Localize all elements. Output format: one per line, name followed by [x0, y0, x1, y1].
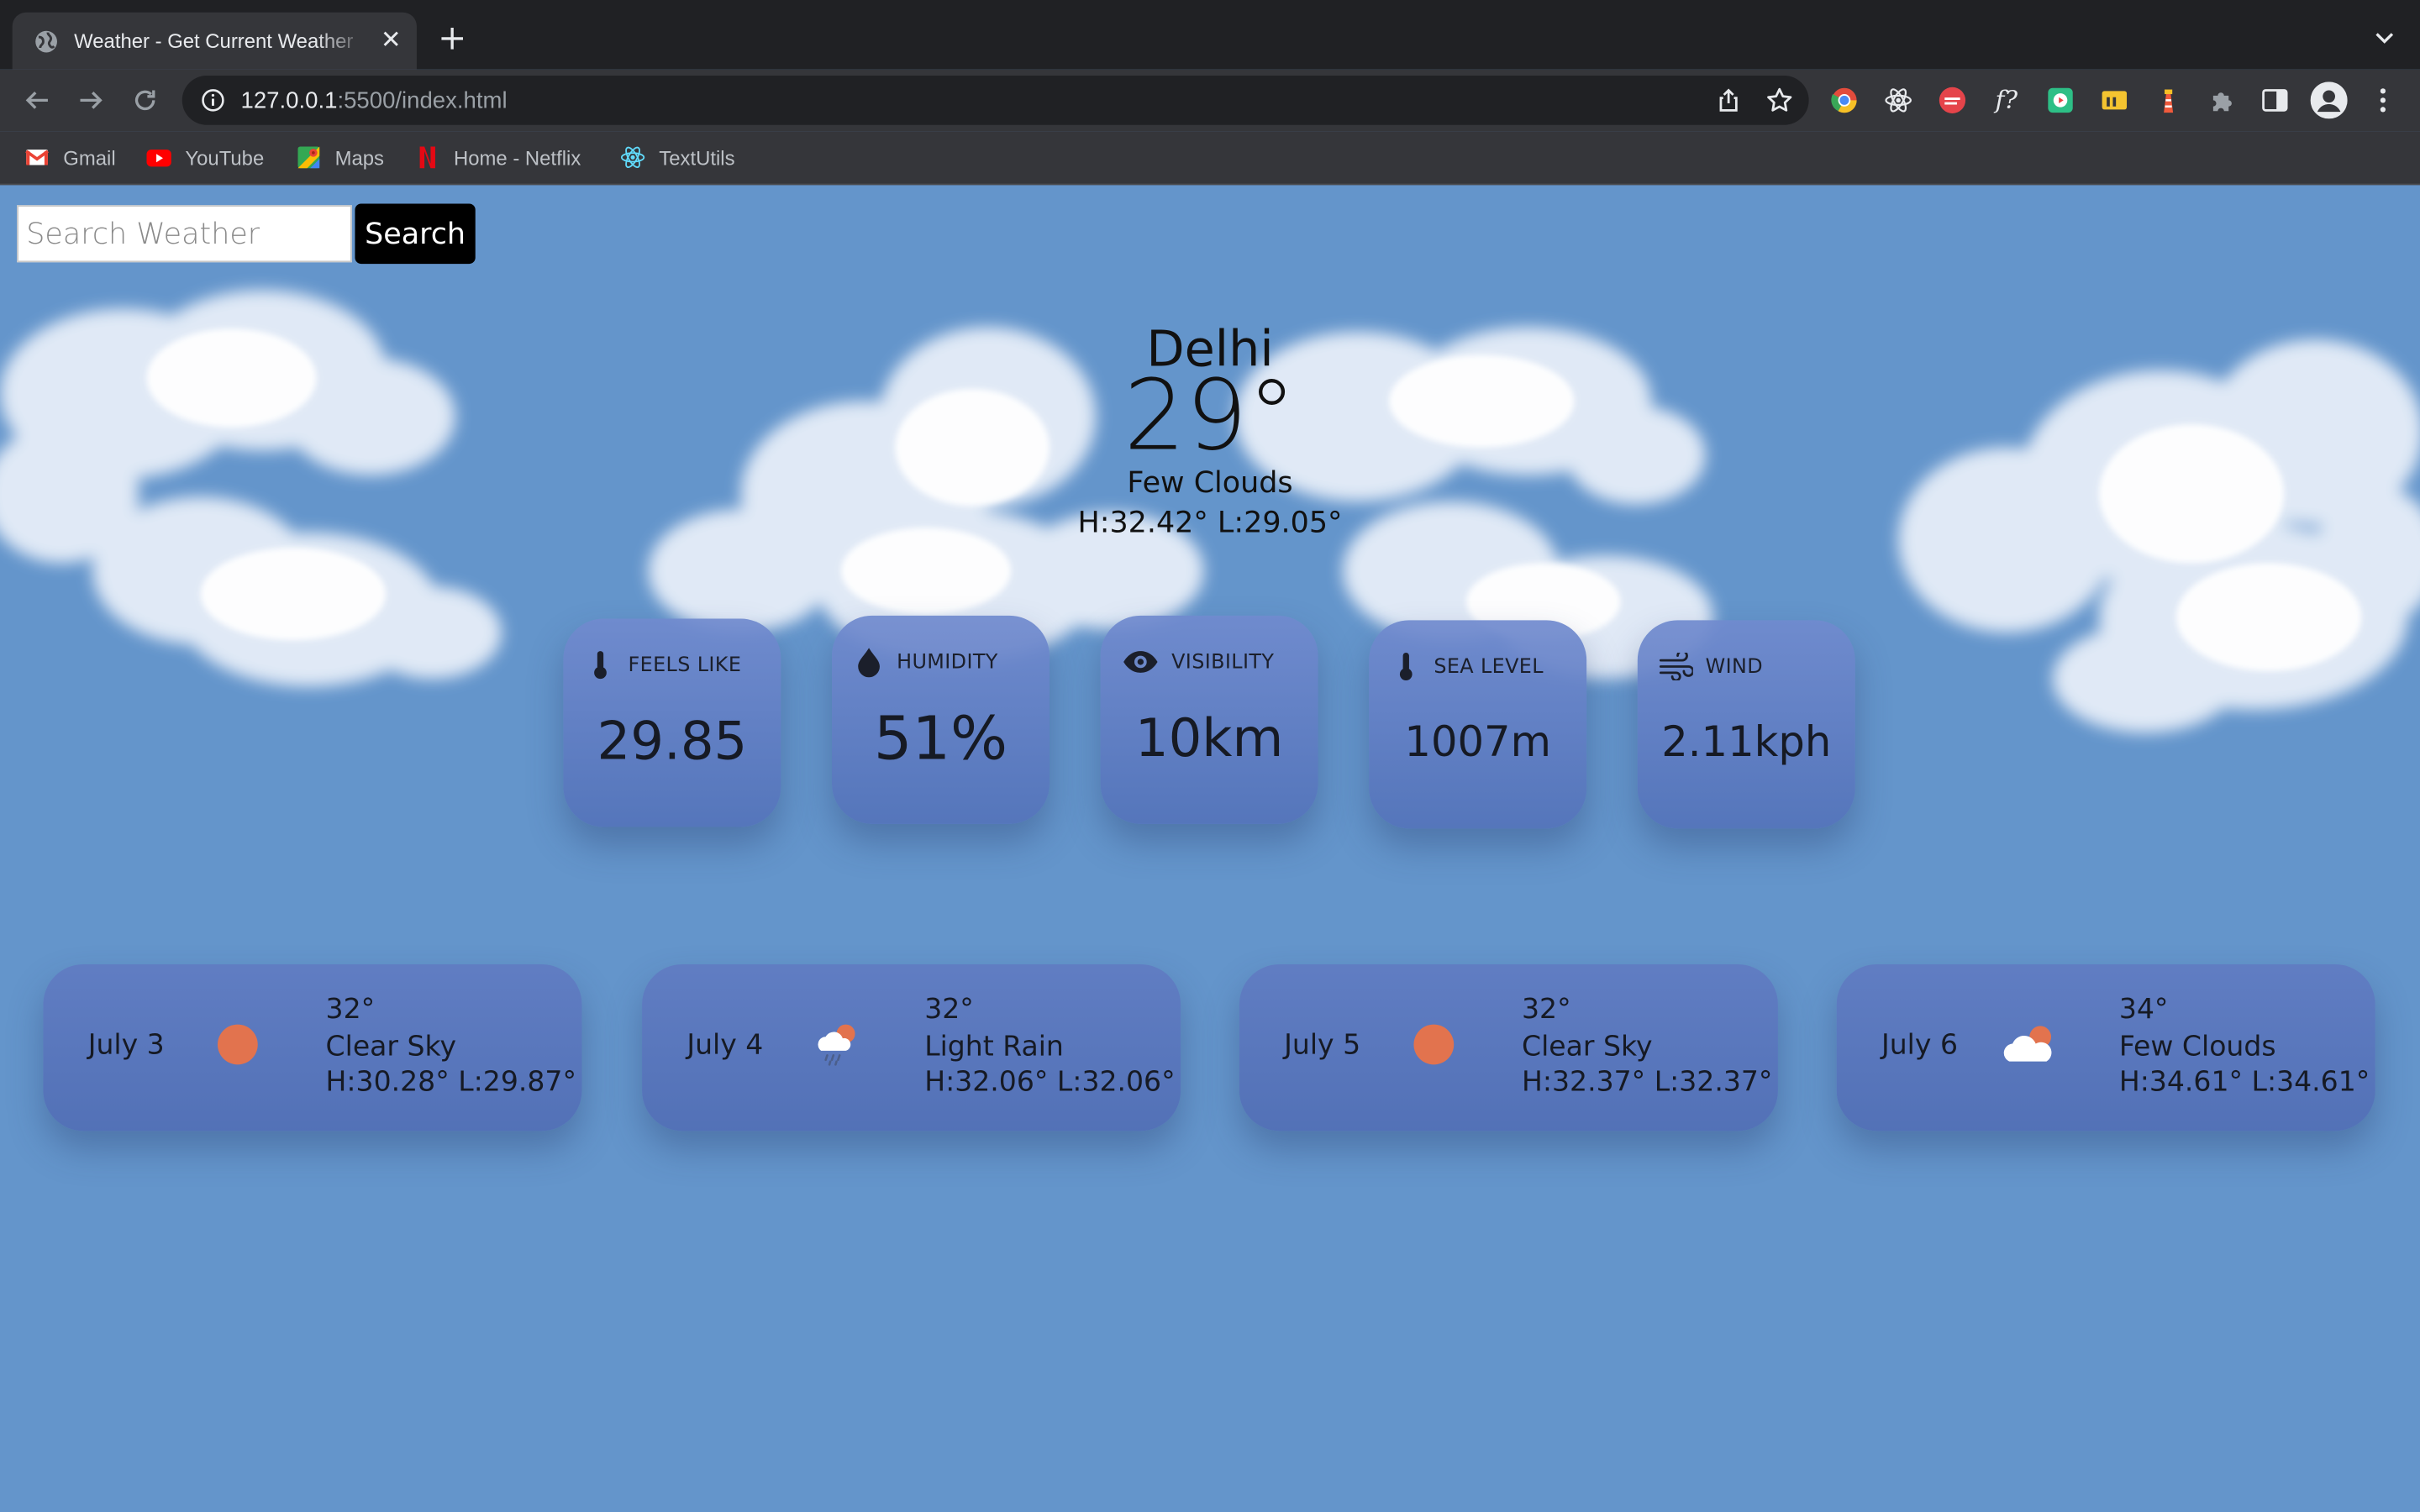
kebab-menu-icon[interactable]: [2368, 85, 2399, 116]
forecast-date: July 4: [687, 1029, 764, 1062]
cloud-sun-icon: [2000, 1020, 2059, 1069]
close-tab-icon[interactable]: ✕: [381, 28, 402, 53]
puzzle-extensions-icon[interactable]: [2207, 85, 2238, 116]
forecast-card: July 5 32° Clear Sky H:32.37° L:32.37°: [1239, 963, 1778, 1131]
forecast-condition: Light Rain: [924, 1030, 1064, 1063]
browser-tab-strip: Weather - Get Current Weather ✕: [0, 0, 2420, 70]
stat-label: WIND: [1705, 654, 1763, 679]
gmail-icon: [24, 145, 50, 170]
stat-card-visibility: VISIBILITY 10km: [1100, 615, 1318, 824]
eye-icon: [1122, 647, 1159, 678]
thermometer-icon: [585, 649, 616, 680]
forecast-condition: Clear Sky: [1522, 1030, 1653, 1063]
side-panel-icon[interactable]: [2260, 85, 2291, 116]
bookmarks-bar: Gmail YouTube Maps Home - Netflix TextUt…: [0, 131, 2420, 186]
forecast-temp: 34°: [2118, 993, 2169, 1026]
bookmark-star-icon[interactable]: [1765, 87, 1793, 114]
bookmark-label: Gmail: [63, 145, 116, 170]
youtube-icon: [146, 145, 171, 170]
forecast-condition: Clear Sky: [325, 1030, 457, 1063]
search-button[interactable]: Search: [355, 203, 476, 265]
forecast-card: July 4 32° Light Rain H:32.06° L:32.06°: [642, 963, 1181, 1131]
formula-extension-icon[interactable]: f?: [1991, 85, 2022, 116]
bookmark-label: Home - Netflix: [454, 145, 581, 170]
url-host: 127.0.0.1: [240, 87, 338, 113]
sun-icon: [213, 1020, 262, 1069]
bookmark-gmail[interactable]: Gmail: [24, 144, 116, 171]
current-high-low: H:32.42° L:29.05°: [1077, 506, 1343, 540]
stat-label: HUMIDITY: [897, 650, 998, 674]
globe-icon: [34, 29, 58, 53]
stat-value: 51%: [873, 705, 1008, 775]
stat-label: VISIBILITY: [1171, 650, 1275, 674]
current-weather: Delhi 29° Few Clouds H:32.42° L:29.05°: [902, 321, 1519, 543]
reload-icon[interactable]: [128, 83, 161, 117]
stat-card-wind: WIND 2.11kph: [1637, 620, 1855, 829]
tab-title: Weather - Get Current Weather: [74, 29, 354, 53]
stat-value: 10km: [1134, 708, 1284, 770]
stat-card-sea-level: SEA LEVEL 1007m: [1369, 620, 1587, 829]
chevron-down-icon[interactable]: [2374, 28, 2396, 50]
site-info-icon[interactable]: [201, 88, 225, 113]
rain-cloud-icon: [812, 1020, 861, 1069]
current-condition: Few Clouds: [1127, 465, 1293, 501]
react-devtools-icon[interactable]: [1883, 85, 1914, 116]
forecast-temp: 32°: [1522, 993, 1571, 1026]
back-icon[interactable]: [20, 83, 54, 117]
react-icon: [620, 145, 645, 170]
share-icon[interactable]: [1716, 88, 1740, 113]
forecast-temp: 32°: [325, 993, 376, 1026]
forecast-temp: 32°: [924, 993, 974, 1026]
video-extension-icon[interactable]: [2045, 85, 2076, 116]
profile-avatar-icon[interactable]: [2310, 81, 2348, 119]
bookmark-netflix[interactable]: Home - Netflix: [415, 144, 581, 171]
stat-value: 1007m: [1404, 718, 1551, 767]
browser-tab[interactable]: Weather - Get Current Weather ✕: [12, 12, 417, 70]
stat-label: SEA LEVEL: [1434, 654, 1544, 679]
address-bar[interactable]: 127.0.0.1:5500/index.html: [182, 76, 1809, 125]
sun-icon: [1409, 1020, 1459, 1069]
stat-value: 2.11kph: [1661, 718, 1832, 767]
forecast-card: July 6 34° Few Clouds H:34.61° L:34.61°: [1836, 963, 2375, 1131]
weather-page: Search Delhi 29° Few Clouds H:32.42° L:2…: [0, 185, 2420, 1512]
forecast-high-low: H:32.37° L:32.37°: [1522, 1066, 1773, 1099]
bookmark-label: Maps: [334, 145, 384, 170]
forecast-date: July 5: [1284, 1029, 1361, 1062]
thermometer-icon: [1391, 651, 1422, 682]
new-tab-icon[interactable]: [435, 22, 469, 55]
bookmark-label: TextUtils: [659, 145, 735, 170]
droplet-icon: [854, 647, 885, 678]
forecast-high-low: H:30.28° L:29.87°: [325, 1066, 576, 1099]
bookmark-label: YouTube: [185, 145, 265, 170]
stat-card-humidity: HUMIDITY 51%: [832, 615, 1050, 824]
folder-extension-icon[interactable]: [2099, 85, 2130, 116]
url-path: :5500/index.html: [337, 87, 508, 113]
netflix-icon: [415, 145, 439, 170]
forecast-date: July 3: [87, 1029, 165, 1062]
bookmark-textutils[interactable]: TextUtils: [620, 144, 735, 171]
stat-card-feels-like: FEELS LIKE 29.85: [563, 618, 781, 827]
bookmark-maps[interactable]: Maps: [297, 144, 384, 171]
current-temperature: 29°: [1123, 359, 1297, 473]
browser-toolbar: 127.0.0.1:5500/index.html f?: [0, 69, 2420, 132]
stat-value: 29.85: [597, 711, 748, 774]
stat-label: FEELS LIKE: [628, 653, 742, 677]
red-extension-icon[interactable]: [1937, 85, 1968, 116]
url-text: 127.0.0.1:5500/index.html: [241, 87, 508, 113]
bookmark-youtube[interactable]: YouTube: [146, 144, 264, 171]
forecast-high-low: H:32.06° L:32.06°: [924, 1066, 1176, 1099]
maps-icon: [297, 145, 321, 170]
forecast-condition: Few Clouds: [2118, 1030, 2276, 1063]
forward-icon[interactable]: [74, 83, 108, 117]
wind-icon: [1659, 651, 1693, 682]
search-input[interactable]: [17, 205, 352, 263]
forecast-card: July 3 32° Clear Sky H:30.28° L:29.87°: [43, 963, 582, 1131]
lighthouse-extension-icon[interactable]: [2153, 85, 2184, 116]
chrome-extension-icon[interactable]: [1829, 85, 1860, 116]
forecast-high-low: H:34.61° L:34.61°: [2118, 1066, 2370, 1099]
forecast-date: July 6: [1881, 1029, 1958, 1062]
